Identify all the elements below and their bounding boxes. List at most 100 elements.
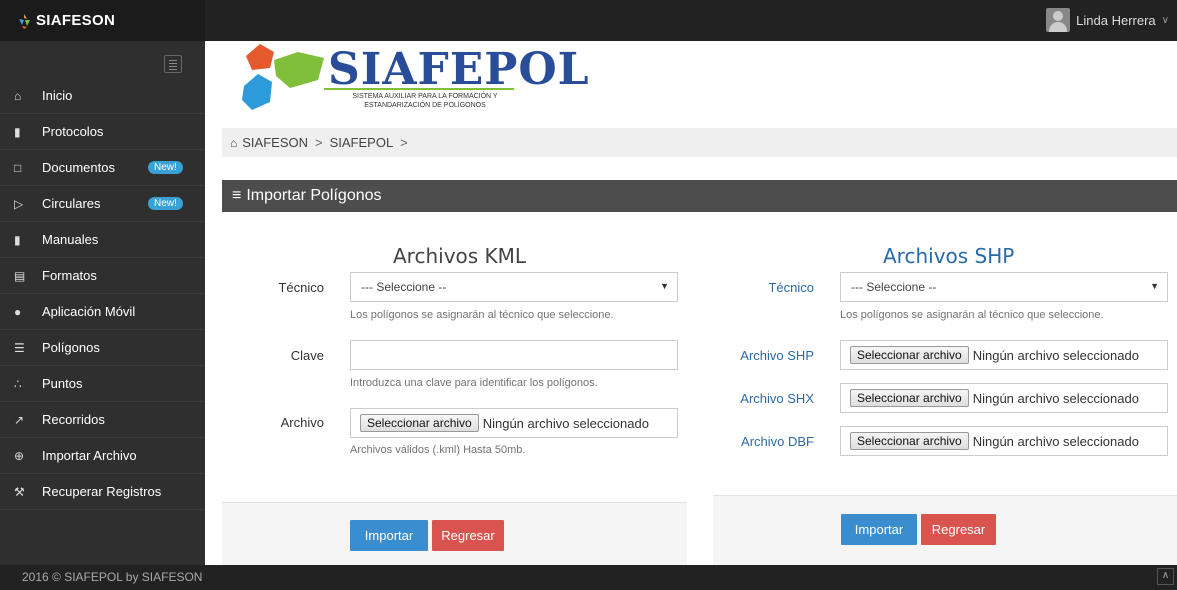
dbf-file-status: Ningún archivo seleccionado (972, 433, 1139, 449)
spinner-icon: ∴ (14, 376, 22, 391)
kml-archivo-help: Archivos válidos (.kml) Hasta 50mb. (350, 444, 526, 456)
kml-tecnico-help: Los polígonos se asignarán al técnico qu… (350, 309, 614, 321)
shx-file-status: Ningún archivo seleccionado (972, 390, 1139, 406)
home-icon: ⌂ (14, 88, 22, 103)
logo-subtitle-line2: ESTANDARIZACIÓN DE POLÍGONOS (364, 102, 486, 109)
chevron-down-icon: ∨ (1161, 14, 1169, 26)
kml-file-status: Ningún archivo seleccionado (482, 415, 649, 431)
kml-title: Archivos KML (393, 244, 527, 268)
sidebar-item-label: Circulares (42, 196, 101, 211)
new-badge: New! (148, 197, 183, 210)
sidebar-item-label: Aplicación Móvil (42, 304, 136, 319)
logo-subtitle-line1: SISTEMA AUXILIAR PARA LA FORMACIÓN Y (352, 93, 498, 100)
sidebar-item-label: Recorridos (42, 412, 105, 427)
sidebar-item-label: Recuperar Registros (42, 484, 162, 499)
sidebar-item-puntos[interactable]: ∴ Puntos (0, 366, 205, 402)
kml-file-button[interactable]: Seleccionar archivo (360, 414, 479, 432)
shp-file-status: Ningún archivo seleccionado (972, 347, 1139, 363)
caret-down-icon: ▼ (660, 281, 669, 291)
panel-title: Importar Polígonos (246, 187, 382, 204)
kml-clave-label: Clave (290, 348, 324, 363)
avatar (1046, 8, 1071, 32)
shp-archivo-shx-label: Archivo SHX (740, 391, 814, 406)
scroll-top-icon[interactable]: ∧ (1157, 568, 1174, 585)
sidebar-item-importar-archivo[interactable]: ⊕ Importar Archivo (0, 438, 205, 474)
sidebar-item-recorridos[interactable]: ↗ Recorridos (0, 402, 205, 438)
shp-back-button[interactable]: Regresar (921, 514, 996, 545)
new-badge: New! (148, 161, 183, 174)
shx-file-input[interactable]: Seleccionar archivo Ningún archivo selec… (840, 383, 1168, 413)
logo-divider (324, 88, 514, 90)
book-icon: ▮ (14, 124, 21, 139)
shp-import-button[interactable]: Importar (841, 514, 917, 545)
sidebar-item-label: Puntos (42, 376, 83, 391)
sidebar-item-formatos[interactable]: ▤ Formatos (0, 258, 205, 294)
list-icon: ☰ (14, 340, 25, 355)
home-icon[interactable]: ⌂ (230, 136, 237, 150)
footer-text: 2016 © SIAFEPOL by SIAFESON (22, 570, 203, 584)
sidebar: ⌂ Inicio ▮ Protocolos □ Documentos New! ▷ Circul… (0, 41, 205, 565)
shp-tecnico-select[interactable]: --- Seleccione -- ▼ (840, 272, 1168, 302)
sidebar-item-label: Protocolos (42, 124, 104, 139)
logo-title: SIAFEPOL (328, 44, 590, 95)
brand-name: SIAFESON (36, 12, 116, 29)
breadcrumb-separator: > (315, 135, 323, 150)
footer: 2016 © SIAFEPOL by SIAFESON ∧ (0, 565, 1177, 590)
sidebar-item-documentos[interactable]: □ Documentos New! (0, 150, 205, 186)
kml-archivo-label: Archivo (280, 415, 324, 430)
shp-title: Archivos SHP (883, 244, 1015, 268)
dbf-file-button[interactable]: Seleccionar archivo (850, 432, 969, 450)
breadcrumb-item-siafeson[interactable]: SIAFESON (242, 135, 308, 150)
folder-icon: □ (14, 160, 22, 175)
folder-open-icon: ▷ (14, 196, 24, 211)
siafepol-logo: SIAFEPOL SISTEMA AUXILIAR PARA LA FORMAC… (240, 44, 589, 116)
sidebar-item-label: Manuales (42, 232, 99, 247)
kml-import-button[interactable]: Importar (350, 520, 428, 551)
breadcrumb-separator: > (400, 135, 408, 150)
sidebar-item-inicio[interactable]: ⌂ Inicio (0, 78, 205, 114)
sidebar-item-protocolos[interactable]: ▮ Protocolos (0, 114, 205, 150)
file-icon: ▤ (14, 268, 26, 283)
sidebar-item-aplicacion-movil[interactable]: ● Aplicación Móvil (0, 294, 205, 330)
kml-clave-input[interactable] (350, 340, 678, 370)
sidebar-item-poligonos[interactable]: ☰ Polígonos (0, 330, 205, 366)
shp-tecnico-help: Los polígonos se asignarán al técnico qu… (840, 309, 1104, 321)
shp-archivo-shp-label: Archivo SHP (740, 348, 814, 363)
shx-file-button[interactable]: Seleccionar archivo (850, 389, 969, 407)
sidebar-item-label: Importar Archivo (42, 448, 137, 463)
sidebar-item-label: Documentos (42, 160, 115, 175)
route-icon: ↗ (14, 412, 25, 427)
wrench-icon: ⚒ (14, 484, 25, 499)
kml-tecnico-select[interactable]: --- Seleccione -- ▼ (350, 272, 678, 302)
breadcrumb-item-siafepol[interactable]: SIAFEPOL (330, 135, 394, 150)
breadcrumb: ⌂ SIAFESON > SIAFEPOL > (222, 128, 1177, 157)
logo-subtitle: SISTEMA AUXILIAR PARA LA FORMACIÓN Y EST… (335, 92, 515, 110)
logo-shapes-icon (242, 44, 324, 110)
book-icon: ▮ (14, 232, 21, 247)
user-name: Linda Herrera (1076, 12, 1156, 28)
caret-down-icon: ▼ (1150, 281, 1159, 291)
panel-header: ≡ Importar Polígonos (222, 180, 1177, 212)
sidebar-item-recuperar-registros[interactable]: ⚒ Recuperar Registros (0, 474, 205, 510)
sidebar-item-label: Inicio (42, 88, 73, 103)
bars-icon: ≡ (232, 187, 242, 204)
leaf-icon (19, 13, 30, 29)
plus-circle-icon: ⊕ (14, 448, 25, 463)
kml-back-button[interactable]: Regresar (432, 520, 504, 551)
shp-file-button[interactable]: Seleccionar archivo (850, 346, 969, 364)
sidebar-item-circulares[interactable]: ▷ Circulares New! (0, 186, 205, 222)
kml-clave-help: Introduzca una clave para identificar lo… (350, 377, 598, 389)
user-menu[interactable]: Linda Herrera ∨ (1046, 7, 1169, 33)
android-icon: ● (14, 304, 22, 319)
top-navbar: SIAFESON Linda Herrera ∨ (0, 0, 1177, 41)
kml-tecnico-label: Técnico (278, 280, 324, 295)
menu-toggle-icon[interactable] (164, 55, 182, 73)
shp-tecnico-value: --- Seleccione -- (851, 280, 937, 294)
shp-file-input[interactable]: Seleccionar archivo Ningún archivo selec… (840, 340, 1168, 370)
sidebar-item-label: Polígonos (42, 340, 100, 355)
sidebar-item-manuales[interactable]: ▮ Manuales (0, 222, 205, 258)
brand-logo[interactable]: SIAFESON (0, 0, 205, 41)
sidebar-item-label: Formatos (42, 268, 97, 283)
kml-file-input[interactable]: Seleccionar archivo Ningún archivo selec… (350, 408, 678, 438)
dbf-file-input[interactable]: Seleccionar archivo Ningún archivo selec… (840, 426, 1168, 456)
